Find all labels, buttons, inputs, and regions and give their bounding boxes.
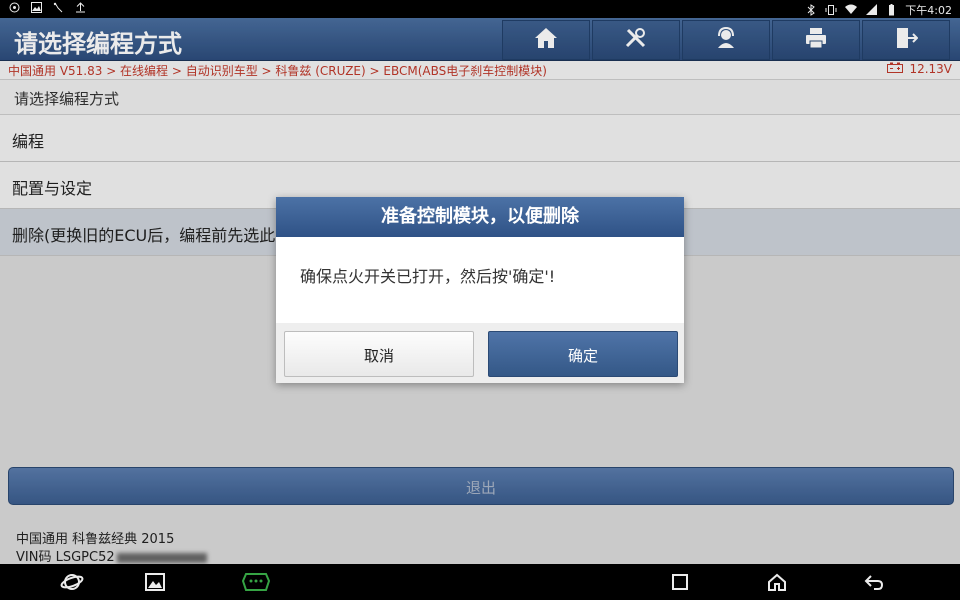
dialog-title: 准备控制模块，以便删除	[276, 197, 684, 237]
cancel-button[interactable]: 取消	[284, 331, 474, 377]
dialog-message: 确保点火开关已打开，然后按'确定'!	[300, 267, 556, 286]
ok-button[interactable]: 确定	[488, 331, 678, 377]
confirm-dialog: 准备控制模块，以便删除 确保点火开关已打开，然后按'确定'! 取消 确定	[276, 197, 684, 383]
